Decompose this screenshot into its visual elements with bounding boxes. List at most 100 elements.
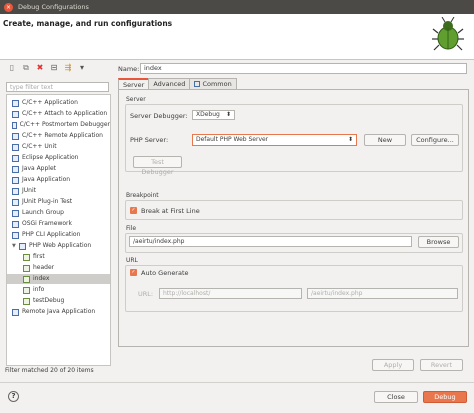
- php-server-select[interactable]: Default PHP Web Server ⬍: [192, 134, 357, 146]
- new-server-button[interactable]: New: [364, 134, 406, 146]
- collapse-icon[interactable]: ⊟: [49, 63, 59, 73]
- php-file-icon: [23, 264, 30, 272]
- tree-item[interactable]: info: [7, 285, 110, 295]
- auto-generate-label: Auto Generate: [141, 269, 189, 277]
- tree-item[interactable]: header: [7, 263, 110, 273]
- file-group-label: File: [126, 225, 137, 232]
- close-window-button[interactable]: ×: [4, 2, 13, 12]
- tree-item[interactable]: index: [7, 274, 110, 284]
- name-input[interactable]: index: [140, 63, 467, 74]
- new-config-icon[interactable]: ▯: [7, 63, 17, 73]
- tree-item-label: Launch Group: [22, 209, 64, 216]
- tab-advanced-label: Advanced: [153, 80, 186, 88]
- tree-item[interactable]: ▼ PHP Web Application: [7, 241, 110, 251]
- tree-item[interactable]: C/C++ Postmortem Debugger: [7, 120, 110, 130]
- tree-item[interactable]: JUnit Plug-in Test: [7, 197, 110, 207]
- file-path-input[interactable]: /aeirtu/index.php: [129, 236, 412, 247]
- launch-type-icon: [12, 308, 19, 316]
- php-file-icon: [23, 275, 30, 283]
- common-tab-icon: [194, 81, 201, 87]
- tree-item-label: C/C++ Remote Application: [22, 132, 103, 139]
- help-icon[interactable]: ?: [8, 391, 19, 402]
- tree-item[interactable]: Launch Group: [7, 208, 110, 218]
- tree-item-label: index: [33, 275, 50, 282]
- delete-icon[interactable]: ✖: [35, 63, 45, 73]
- auto-generate-checkbox[interactable]: ✓: [130, 269, 137, 276]
- banner-title: Create, manage, and run configurations: [3, 19, 173, 28]
- tree-item-label: header: [33, 264, 55, 271]
- launch-type-icon: [12, 231, 19, 239]
- bug-icon: [432, 17, 464, 51]
- tree-item[interactable]: Java Applet: [7, 164, 110, 174]
- php-server-label: PHP Server:: [130, 136, 169, 144]
- breakpoint-group-label: Breakpoint: [126, 192, 159, 199]
- dropdown-icon[interactable]: ▾: [77, 63, 87, 73]
- tree-item[interactable]: Remote Java Application: [7, 307, 110, 317]
- php-server-value: Default PHP Web Server: [196, 136, 269, 143]
- tree-item-label: OSGi Framework: [22, 220, 72, 227]
- tab-strip: Server Advanced Common: [118, 78, 237, 89]
- tree-item-label: Java Application: [22, 176, 71, 183]
- title-bar: × Debug Configurations: [0, 0, 474, 14]
- php-file-icon: [23, 253, 30, 261]
- tab-server[interactable]: Server: [118, 78, 150, 89]
- tree-item[interactable]: Eclipse Application: [7, 153, 110, 163]
- config-editor-pane: Name: index Server Advanced Common Serve…: [115, 60, 470, 378]
- config-tree: C/C++ Application C/C++ Attach to Applica…: [6, 94, 111, 366]
- tab-advanced[interactable]: Advanced: [148, 78, 191, 89]
- footer-separator: [0, 382, 474, 383]
- expand-arrow-icon[interactable]: ▼: [12, 241, 17, 251]
- launch-type-icon: [19, 242, 26, 250]
- server-debugger-select[interactable]: XDebug ⬍: [192, 110, 235, 120]
- tree-item-label: C/C++ Attach to Application: [22, 110, 108, 117]
- revert-button[interactable]: Revert: [420, 359, 463, 371]
- tree-item[interactable]: Java Application: [7, 175, 110, 185]
- tree-item-label: PHP Web Application: [29, 242, 92, 249]
- tree-item[interactable]: JUnit: [7, 186, 110, 196]
- php-file-icon: [23, 286, 30, 294]
- duplicate-icon[interactable]: ⧉: [21, 63, 31, 73]
- url-path-input[interactable]: /aeirtu/index.php: [307, 288, 458, 299]
- tree-item-label: C/C++ Application: [22, 99, 78, 106]
- launch-type-icon: [12, 143, 19, 151]
- break-first-line-checkbox[interactable]: ✓: [130, 207, 137, 214]
- tab-common[interactable]: Common: [189, 78, 237, 89]
- tree-item-label: JUnit Plug-in Test: [22, 198, 73, 205]
- launch-type-icon: [12, 132, 19, 140]
- filter-input[interactable]: type filter text: [6, 82, 109, 92]
- spinner-icon: ⬍: [225, 111, 231, 118]
- launch-type-icon: [12, 99, 19, 107]
- launch-type-icon: [12, 209, 19, 217]
- launch-type-icon: [12, 154, 19, 162]
- tree-item[interactable]: C/C++ Remote Application: [7, 131, 110, 141]
- tree-item[interactable]: C/C++ Unit: [7, 142, 110, 152]
- browse-button[interactable]: Browse: [418, 236, 459, 248]
- url-host-input[interactable]: http://localhost/: [159, 288, 302, 299]
- server-tab-panel: Server Server Debugger: XDebug ⬍ PHP Serv…: [118, 89, 469, 347]
- test-debugger-button[interactable]: Test Debugger: [133, 156, 182, 176]
- window-title: Debug Configurations: [18, 3, 89, 11]
- tree-item[interactable]: testDebug: [7, 296, 110, 306]
- tree-item-label: C/C++ Postmortem Debugger: [19, 121, 110, 128]
- launch-type-icon: [12, 176, 19, 184]
- launch-type-icon: [12, 220, 19, 228]
- url-group-label: URL: [126, 257, 138, 264]
- debug-button[interactable]: Debug: [423, 391, 467, 403]
- tab-common-label: Common: [202, 80, 232, 88]
- tree-item-label: Remote Java Application: [22, 308, 96, 315]
- server-group-label: Server: [126, 96, 146, 103]
- tree-item[interactable]: first: [7, 252, 110, 262]
- tree-item-label: Eclipse Application: [22, 154, 79, 161]
- apply-button[interactable]: Apply: [372, 359, 414, 371]
- tree-item[interactable]: C/C++ Attach to Application: [7, 109, 110, 119]
- tree-item[interactable]: PHP CLI Application: [7, 230, 110, 240]
- tree-item[interactable]: C/C++ Application: [7, 98, 110, 108]
- break-first-line-label: Break at First Line: [141, 207, 200, 215]
- tree-item[interactable]: OSGi Framework: [7, 219, 110, 229]
- php-file-icon: [23, 297, 30, 305]
- config-toolbar: ▯ ⧉ ✖ ⊟ ⇶ ▾: [3, 60, 110, 75]
- configure-button[interactable]: Configure...: [411, 134, 459, 146]
- header-banner: Create, manage, and run configurations: [0, 14, 474, 60]
- filter-icon[interactable]: ⇶: [63, 63, 73, 73]
- close-button[interactable]: Close: [374, 391, 418, 403]
